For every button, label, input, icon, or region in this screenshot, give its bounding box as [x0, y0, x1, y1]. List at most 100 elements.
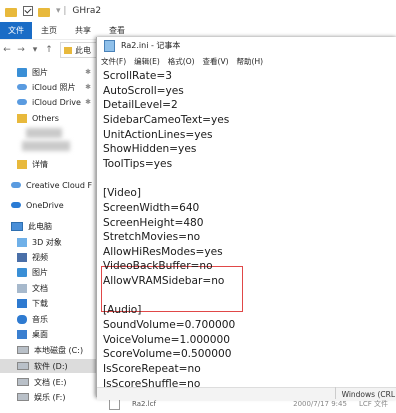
sidebar-item-label: iCloud Drive: [32, 97, 81, 107]
redacted-block: [22, 141, 70, 151]
tab-share[interactable]: 共享: [66, 22, 100, 39]
ini-line: DetailLevel=2: [103, 99, 178, 112]
creative-cloud-icon: [11, 182, 21, 188]
address-bar[interactable]: 此电: [60, 42, 100, 58]
sidebar-item-label: 3D 对象: [32, 237, 62, 247]
icloud-icon: [17, 99, 27, 105]
notepad-title: Ra2.ini - 记事本: [121, 41, 181, 50]
sidebar-item[interactable]: iCloud Drive ✱: [0, 95, 96, 109]
ini-line: AutoScroll=yes: [103, 84, 184, 97]
ini-line: ScreenWidth=640: [103, 201, 200, 214]
status-divider: [335, 387, 336, 399]
sidebar-item-label: 音乐: [32, 314, 48, 324]
menu-format[interactable]: 格式(O): [164, 56, 199, 67]
up-arrow-icon[interactable]: ↑: [42, 45, 56, 55]
ini-line: AllowHiResModes=yes: [103, 245, 223, 258]
address-row: ← → ▾ ↑ 此电: [0, 39, 100, 60]
file-date: 2000/7/17 9:45: [293, 400, 347, 408]
sidebar-item[interactable]: 此电脑: [0, 219, 96, 233]
properties-checkbox-icon[interactable]: [23, 6, 33, 16]
sidebar-item[interactable]: 本地磁盘 (C:): [0, 343, 96, 357]
ini-line: SidebarCameoText=yes: [103, 113, 230, 126]
sidebar-item[interactable]: 桌面: [0, 327, 96, 341]
downloads-icon: [17, 298, 27, 308]
sidebar-item-label: OneDrive: [26, 200, 64, 210]
notepad-statusbar: Windows (CRL: [97, 387, 396, 400]
sidebar-item[interactable]: 文档 (E:): [0, 375, 96, 389]
ini-line: ScreenHeight=480: [103, 216, 204, 229]
sidebar-item[interactable]: 娱乐 (F:): [0, 390, 96, 404]
new-folder-icon[interactable]: [38, 7, 50, 17]
navigation-pane: 图片 ✱ iCloud 照片 ✱ iCloud Drive ✱ Others 详情 Creati…: [0, 60, 96, 413]
sidebar-item-label: 图片: [32, 67, 48, 77]
drive-icon: [17, 393, 29, 401]
desktop-icon: [17, 329, 27, 339]
back-arrow-icon[interactable]: ←: [0, 45, 14, 55]
sidebar-item[interactable]: 音乐: [0, 312, 96, 326]
ini-line: UnitActionLines=yes: [103, 128, 213, 141]
sidebar-item[interactable]: 详情: [0, 157, 96, 171]
ini-line: IsScoreShuffle=no: [103, 377, 201, 387]
sidebar-item-label: 此电脑: [28, 221, 52, 231]
ini-line: VideoBackBuffer=no: [103, 260, 213, 273]
onedrive-icon: [11, 202, 21, 208]
file-type: LCF 文件: [358, 400, 388, 408]
sidebar-item[interactable]: Others: [0, 111, 96, 125]
menu-view[interactable]: 查看(V): [199, 56, 233, 67]
sidebar-item-label: 视频: [32, 252, 48, 262]
explorer-titlebar: ▾ | GHra2: [0, 0, 396, 23]
sidebar-item[interactable]: 3D 对象: [0, 235, 96, 249]
sidebar-item-label: 桌面: [32, 329, 48, 339]
sidebar-item-label: 下载: [32, 298, 48, 308]
ini-line: SoundVolume=0.700000: [103, 319, 236, 332]
tab-file[interactable]: 文件: [0, 22, 32, 39]
sidebar-item-label: 本地磁盘 (C:): [34, 345, 84, 355]
menu-file[interactable]: 文件(F): [97, 56, 130, 67]
recent-dropdown-icon[interactable]: ▾: [28, 45, 42, 55]
notepad-window[interactable]: Ra2.ini - 记事本 文件(F) 编辑(E) 格式(O) 查看(V) 帮助…: [96, 37, 396, 400]
qa-dropdown-icon[interactable]: ▾ |: [56, 6, 66, 16]
notepad-titlebar[interactable]: Ra2.ini - 记事本: [97, 37, 396, 54]
notepad-text-area[interactable]: ScrollRate=3 AutoScroll=yes DetailLevel=2 S…: [101, 69, 391, 387]
ini-line: AllowVRAMSidebar=no: [103, 275, 225, 288]
folder-icon: [17, 159, 27, 169]
sidebar-item-label: 娱乐 (F:): [34, 392, 66, 402]
notepad-app-icon: [104, 39, 115, 52]
sidebar-item-label: Creative Cloud F: [26, 180, 93, 190]
tab-home[interactable]: 主页: [32, 22, 66, 39]
drive-icon: [17, 378, 29, 386]
menu-edit[interactable]: 编辑(E): [130, 56, 164, 67]
folder-icon: [64, 46, 72, 54]
ini-line: [Audio]: [103, 304, 142, 317]
forward-arrow-icon[interactable]: →: [14, 45, 28, 55]
sidebar-item[interactable]: 下载: [0, 296, 96, 310]
encoding-status: Windows (CRL: [341, 389, 395, 399]
pin-icon[interactable]: ✱: [85, 83, 91, 91]
menu-help[interactable]: 帮助(H): [233, 56, 268, 67]
folder-icon: [5, 7, 17, 17]
sidebar-item[interactable]: Creative Cloud F: [0, 178, 96, 192]
sidebar-item[interactable]: OneDrive: [0, 198, 96, 212]
sidebar-item[interactable]: iCloud 照片 ✱: [0, 80, 96, 94]
address-text: 此电: [75, 45, 91, 55]
sidebar-item-label: iCloud 照片: [32, 82, 76, 92]
music-icon: [17, 314, 27, 324]
sidebar-item[interactable]: 文档: [0, 281, 96, 295]
sidebar-item[interactable]: 软件 (D:): [0, 359, 96, 373]
pictures-icon: [17, 67, 27, 77]
ini-line: ScoreVolume=0.500000: [103, 348, 232, 361]
drive-icon: [17, 346, 29, 354]
ini-line: StretchMovies=no: [103, 231, 201, 244]
sidebar-item-label: 详情: [32, 159, 48, 169]
videos-icon: [17, 252, 27, 262]
icloud-icon: [17, 84, 27, 90]
pin-icon[interactable]: ✱: [85, 98, 91, 106]
pin-icon[interactable]: ✱: [85, 68, 91, 76]
sidebar-item[interactable]: 图片: [0, 265, 96, 279]
ini-line: IsScoreRepeat=no: [103, 363, 201, 375]
ini-line: VoiceVolume=1.000000: [103, 333, 231, 346]
notepad-menubar: 文件(F) 编辑(E) 格式(O) 查看(V) 帮助(H): [97, 54, 396, 68]
sidebar-item[interactable]: 视频: [0, 250, 96, 264]
ini-line: [Video]: [103, 187, 141, 200]
sidebar-item[interactable]: 图片 ✱: [0, 65, 96, 79]
